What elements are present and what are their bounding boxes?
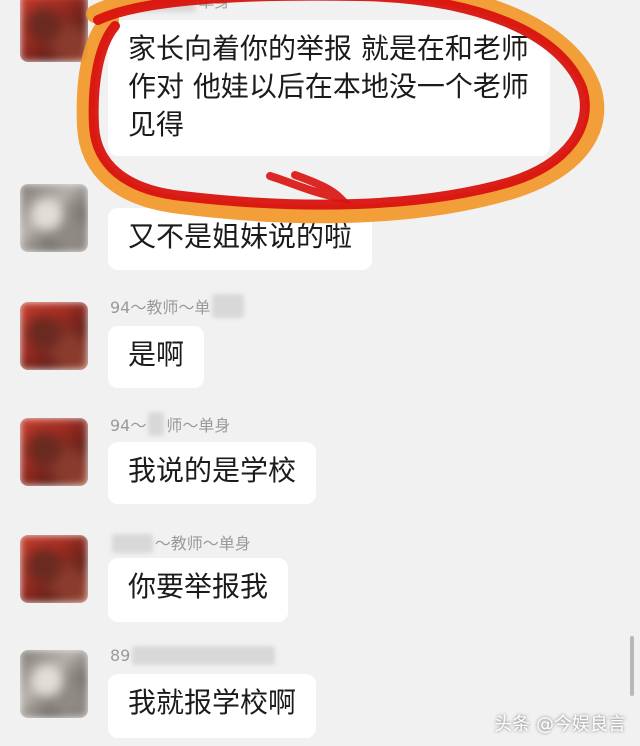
avatar[interactable] — [20, 535, 88, 603]
avatar[interactable] — [20, 650, 88, 718]
sender-name: 94～教师～单身身 — [110, 294, 246, 318]
message-bubble[interactable]: 家长向着你的举报 就是在和老师 作对 他娃以后在本地没一个老师 见得 — [108, 20, 550, 156]
message-bubble[interactable]: 又不是姐妹说的啦 — [108, 208, 372, 270]
highlight-stroke-tail — [266, 171, 353, 205]
message-bubble[interactable]: 是啊 — [108, 326, 204, 388]
scrollbar[interactable] — [630, 636, 634, 696]
message-bubble[interactable]: 你要举报我 — [108, 558, 288, 622]
masked-name-part: 身身 — [212, 294, 245, 318]
masked-name-part: 0000 — [112, 534, 153, 553]
avatar[interactable] — [20, 0, 88, 62]
sender-name-suffix: 单身 — [198, 0, 231, 11]
sender-name: 94～教师～单身 — [110, 412, 230, 436]
avatar[interactable] — [20, 184, 88, 252]
chat-window[interactable]: 99～教师～单身 家长向着你的举报 就是在和老师 作对 他娃以后在本地没一个老师… — [0, 0, 640, 746]
avatar[interactable] — [20, 418, 88, 486]
masked-name-part: 教 — [148, 412, 165, 436]
sender-name-prefix: 89 — [110, 646, 131, 665]
watermark-text: 头条 @今娱良言 — [494, 714, 626, 735]
sender-name-prefix: 94～ — [110, 416, 147, 435]
message-bubble[interactable]: 我就报学校啊 — [108, 674, 316, 738]
sender-name: 8900000000000000 — [110, 646, 277, 665]
sender-name: 99～教师～单身 — [110, 0, 230, 12]
sender-name-prefix: 94～教师～单 — [110, 298, 211, 317]
avatar[interactable] — [20, 302, 88, 370]
sender-name: 0000～教师～单身 — [110, 530, 251, 554]
sender-name-suffix: ～教师～单身 — [154, 534, 251, 553]
sender-name-suffix: 师～单身 — [166, 416, 231, 435]
masked-name-part: 00000000000000 — [132, 646, 275, 665]
masked-name-part: 99～教师～ — [112, 0, 197, 12]
message-bubble[interactable]: 我说的是学校 — [108, 442, 316, 504]
